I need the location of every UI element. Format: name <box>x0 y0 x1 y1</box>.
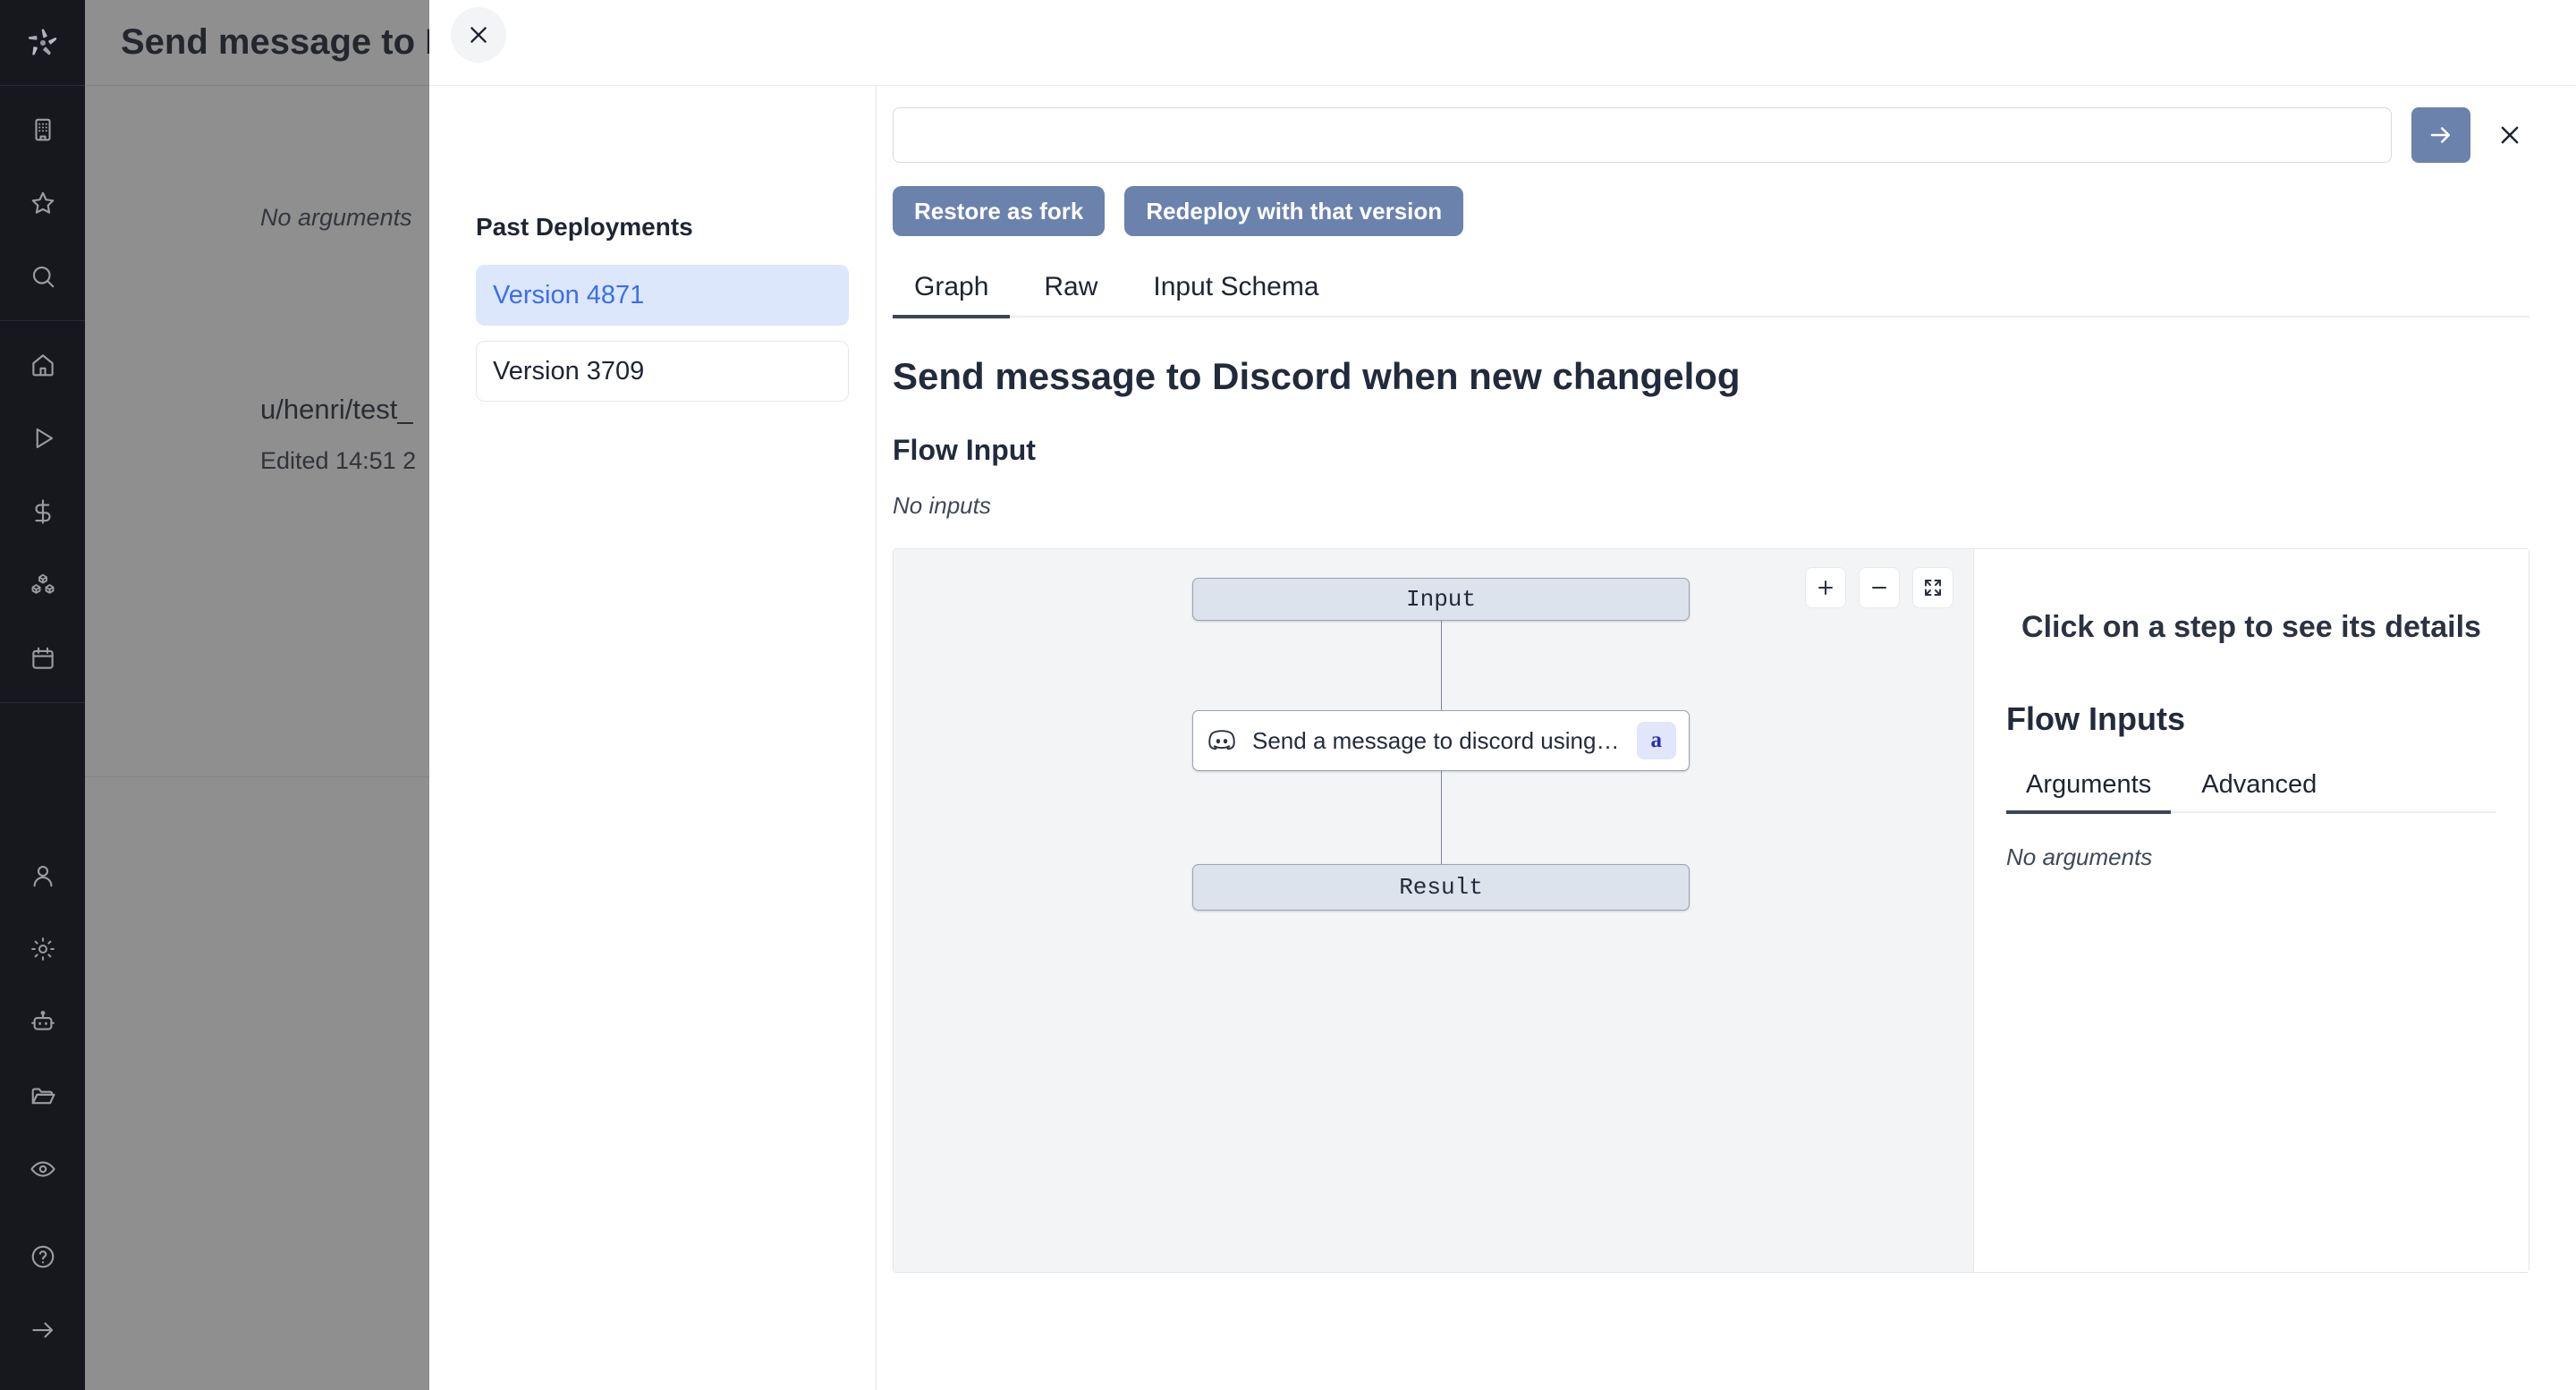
close-icon <box>2501 126 2519 144</box>
tab-graph[interactable]: Graph <box>893 265 1011 318</box>
graph-edge-input-to-step <box>1441 619 1442 710</box>
tab-raw[interactable]: Raw <box>1022 265 1119 318</box>
close-icon <box>470 27 487 43</box>
flow-graph-section: Input Send a message to discord using w…… <box>893 548 2529 1273</box>
deployments-drawer: Past Deployments Version 4871 Version 37… <box>429 0 2576 1390</box>
drawer-topbar <box>429 0 2576 86</box>
fullscreen-icon <box>1925 580 1941 596</box>
sidebar-group-workspace <box>0 86 85 321</box>
star-icon[interactable] <box>22 182 64 224</box>
step-details-hint: Click on a step to see its details <box>2021 610 2481 644</box>
sidebar <box>0 0 85 1390</box>
deployment-item-version-4871[interactable]: Version 4871 <box>476 265 849 326</box>
past-deployments-panel: Past Deployments Version 4871 Version 37… <box>429 86 877 1390</box>
sidebar-group-main <box>0 321 85 703</box>
flow-input-heading: Flow Input <box>893 434 1036 466</box>
windmill-logo[interactable] <box>0 0 85 86</box>
graph-edge-step-to-result <box>1441 771 1442 864</box>
graph-node-step-a[interactable]: Send a message to discord using w… a <box>1192 710 1690 771</box>
gear-icon[interactable] <box>22 928 64 970</box>
graph-node-label: Result <box>1399 874 1483 901</box>
arrow-right-icon <box>2430 127 2450 143</box>
help-circle-icon[interactable] <box>22 1236 64 1277</box>
dismiss-button[interactable] <box>2490 115 2529 155</box>
flow-inputs-empty: No arguments <box>2006 843 2153 870</box>
drawer-body: Past Deployments Version 4871 Version 37… <box>429 86 2576 1390</box>
deployment-item-label: Version 4871 <box>493 280 645 309</box>
deployment-actions: Restore as fork Redeploy with that versi… <box>877 163 2576 236</box>
user-icon[interactable] <box>22 855 64 896</box>
graph-node-result[interactable]: Result <box>1192 864 1690 911</box>
graph-node-label: Input <box>1405 586 1476 613</box>
calendar-icon[interactable] <box>22 638 64 679</box>
flow-no-inputs: No inputs <box>893 492 991 519</box>
deployment-toolbar <box>877 86 2576 163</box>
zoom-out-button[interactable] <box>1859 567 1900 608</box>
flow-inputs-heading: Flow Inputs <box>2006 700 2185 737</box>
sidebar-group-footer <box>0 1213 85 1390</box>
fullscreen-button[interactable] <box>1912 567 1953 608</box>
arrow-right-icon[interactable] <box>22 1309 64 1351</box>
sidebar-group-account <box>0 832 85 1213</box>
redeploy-with-version-button[interactable]: Redeploy with that version <box>1124 186 1464 236</box>
restore-as-fork-button[interactable]: Restore as fork <box>893 186 1106 236</box>
step-details-panel: Click on a step to see its details Flow … <box>1974 549 2529 1272</box>
submit-button[interactable] <box>2411 107 2470 163</box>
flow-inputs-tabs: Arguments Advanced <box>2006 767 2496 814</box>
tab-input-schema[interactable]: Input Schema <box>1131 265 1340 318</box>
deployment-tabs: Graph Raw Input Schema <box>893 265 2529 318</box>
folder-icon[interactable] <box>22 1075 64 1116</box>
graph-node-label: Send a message to discord using w… <box>1252 726 1623 754</box>
tab-advanced[interactable]: Advanced <box>2182 767 2336 814</box>
deployment-search-input[interactable] <box>893 107 2392 163</box>
past-deployments-title: Past Deployments <box>476 213 693 241</box>
deployment-detail-panel: Restore as fork Redeploy with that versi… <box>877 86 2576 1390</box>
minus-icon <box>1872 587 1886 589</box>
search-icon[interactable] <box>22 256 64 297</box>
home-icon[interactable] <box>22 344 64 386</box>
cubes-icon[interactable] <box>22 564 64 606</box>
graph-node-input[interactable]: Input <box>1192 578 1690 621</box>
play-icon[interactable] <box>22 418 64 459</box>
drawer-close-button[interactable] <box>451 7 506 63</box>
deployment-item-label: Version 3709 <box>493 356 645 386</box>
tab-arguments[interactable]: Arguments <box>2006 767 2172 814</box>
plus-icon <box>1818 581 1833 595</box>
building-icon[interactable] <box>22 109 64 150</box>
dollar-icon[interactable] <box>22 491 64 532</box>
flow-title: Send message to Discord when new changel… <box>893 355 1741 397</box>
graph-controls <box>1805 567 1953 608</box>
discord-icon <box>1206 725 1238 757</box>
graph-node-badge: a <box>1636 722 1676 759</box>
zoom-in-button[interactable] <box>1805 567 1846 608</box>
app-root: Send message to Discord when new changel… <box>0 0 2576 1390</box>
robot-icon[interactable] <box>22 1002 64 1043</box>
eye-icon[interactable] <box>22 1148 64 1190</box>
deployment-item-version-3709[interactable]: Version 3709 <box>476 341 849 402</box>
flow-graph-canvas[interactable]: Input Send a message to discord using w…… <box>894 549 1974 1272</box>
